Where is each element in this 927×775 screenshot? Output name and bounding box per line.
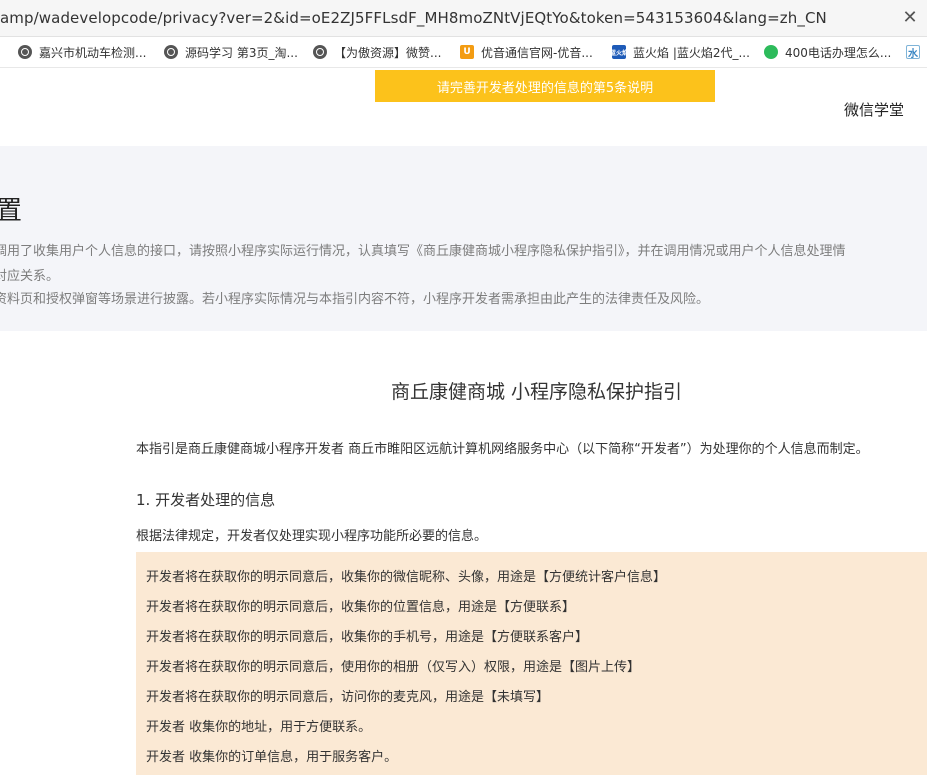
wechat-school-link[interactable]: 微信学堂 [844, 99, 904, 120]
bookmark-label: 嘉兴市机动车检测... [39, 45, 147, 60]
settings-notice-line: 调用了收集用户个人信息的接口，请按照小程序实际运行情况，认真填写《商丘康健商城小… [0, 244, 846, 259]
document-intro: 本指引是商丘康健商城小程序开发者 商丘市睢阳区远航计算机网络服务中心（以下简称“… [136, 442, 869, 457]
globe-icon [18, 45, 32, 59]
bookmark-item[interactable]: 【为傲资源】微赞... [313, 43, 441, 61]
list-item: 开发者 收集你的订单信息，用于服务客户。 [146, 750, 398, 765]
section-description: 根据法律规定，开发者仅处理实现小程序功能所必要的信息。 [136, 529, 488, 544]
bookmark-label: 【为傲资源】微赞... [334, 45, 442, 60]
list-item: 开发者将在获取你的明示同意后，收集你的位置信息，用途是【方便联系】 [146, 600, 576, 615]
wechat-green-icon [764, 45, 778, 59]
u-icon: U [460, 45, 474, 59]
list-item: 开发者 收集你的地址，用于方便联系。 [146, 720, 372, 735]
globe-icon [313, 45, 327, 59]
list-item: 开发者将在获取你的明示同意后，访问你的麦克风，用途是【未填写】 [146, 690, 550, 705]
water-icon: 水 [906, 45, 920, 60]
list-item: 开发者将在获取你的明示同意后，使用你的相册（仅写入）权限，用途是【图片上传】 [146, 660, 641, 675]
section-title: 1. 开发者处理的信息 [136, 491, 276, 509]
bookmark-item[interactable]: 水 [906, 43, 927, 61]
globe-icon [164, 45, 178, 59]
close-icon[interactable]: ✕ [899, 6, 921, 28]
bookmark-item[interactable]: 蓝火焰 蓝火焰 |蓝火焰2代_... [610, 43, 750, 61]
bookmark-item[interactable]: 400电话办理怎么... [764, 43, 891, 61]
list-item: 开发者将在获取你的明示同意后，收集你的微信昵称、头像，用途是【方便统计客户信息】 [146, 570, 667, 585]
completion-warning-banner[interactable]: 请完善开发者处理的信息的第5条说明 [375, 70, 715, 102]
settings-heading: 置 [0, 196, 23, 226]
lanhuoyan-icon: 蓝火焰 [610, 45, 628, 59]
bookmark-label: 优音通信官网-优音... [481, 45, 593, 60]
browser-url-bar[interactable]: amp/wadevelopcode/privacy?ver=2&id=oE2ZJ… [0, 0, 927, 37]
list-item: 开发者将在获取你的明示同意后，收集你的手机号，用途是【方便联系客户】 [146, 630, 589, 645]
document-title: 商丘康健商城 小程序隐私保护指引 [391, 381, 683, 403]
bookmark-label: 源码学习 第3页_淘... [185, 45, 298, 60]
settings-notice-line: 对应关系。 [0, 269, 60, 284]
bookmarks-bar: 嘉兴市机动车检测... 源码学习 第3页_淘... 【为傲资源】微赞... U … [0, 37, 927, 68]
collected-info-list: 开发者将在获取你的明示同意后，收集你的微信昵称、头像，用途是【方便统计客户信息】… [136, 552, 927, 775]
bookmark-item[interactable]: 嘉兴市机动车检测... [18, 43, 146, 61]
bookmark-item[interactable]: 源码学习 第3页_淘... [164, 43, 298, 61]
bookmark-label: 蓝火焰 |蓝火焰2代_... [633, 45, 750, 60]
url-text[interactable]: amp/wadevelopcode/privacy?ver=2&id=oE2ZJ… [0, 9, 827, 27]
settings-notice-line: 资料页和授权弹窗等场景进行披露。若小程序实际情况与本指引内容不符，小程序开发者需… [0, 292, 710, 307]
settings-panel: 置 调用了收集用户个人信息的接口，请按照小程序实际运行情况，认真填写《商丘康健商… [0, 146, 927, 331]
bookmark-label: 400电话办理怎么... [785, 45, 892, 60]
bookmark-item[interactable]: U 优音通信官网-优音... [460, 43, 593, 61]
